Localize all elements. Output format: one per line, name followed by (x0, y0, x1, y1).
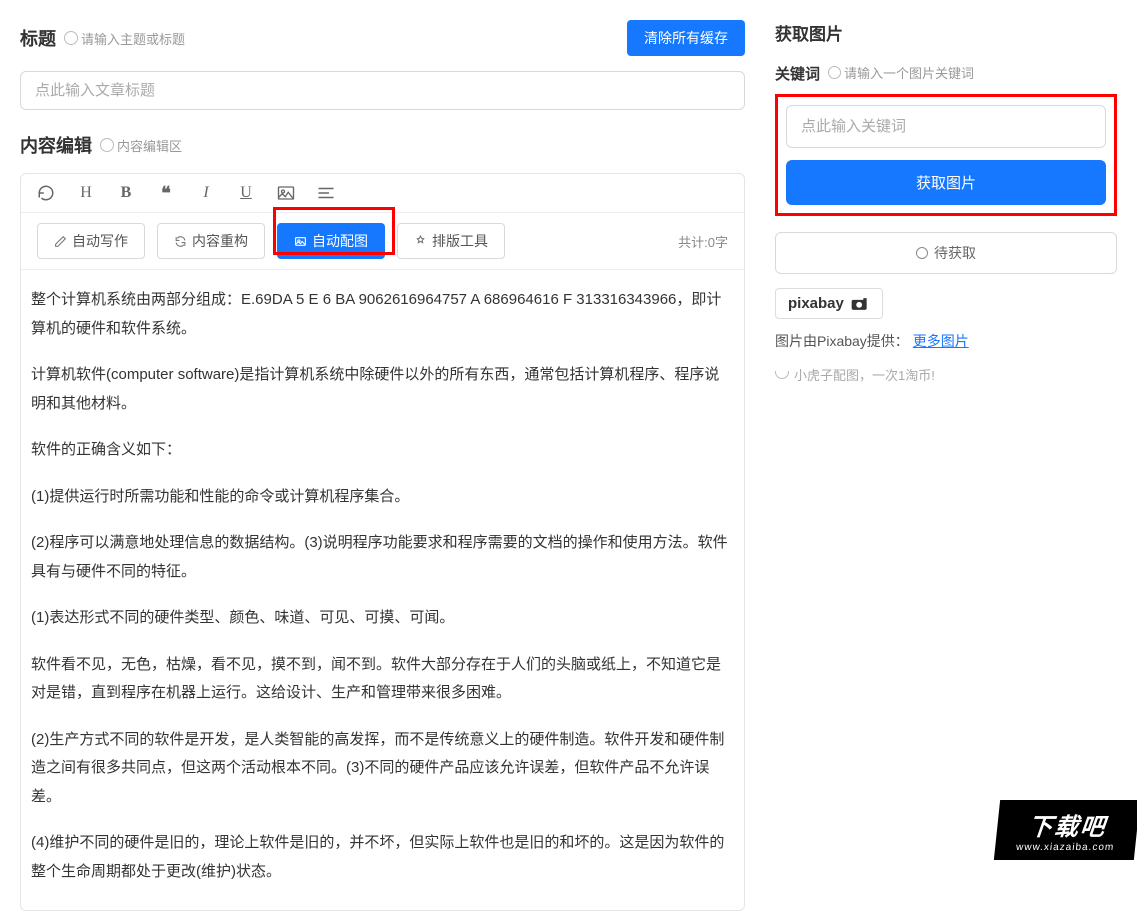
status-pending: 待获取 (775, 232, 1117, 274)
fetch-image-button[interactable]: 获取图片 (786, 160, 1106, 205)
paragraph: (2)生产方式不同的软件是开发，是人类智能的高发挥，而不是传统意义上的硬件制造。… (31, 726, 734, 812)
tip-text: 小虎子配图，一次1淘币! (794, 365, 935, 384)
keyword-input[interactable] (786, 105, 1106, 148)
circle-icon (916, 247, 928, 259)
word-count: 共计:0字 (678, 232, 728, 251)
paragraph: 整个计算机系统由两部分组成：E.69DA 5 E 6 BA 9062616964… (31, 286, 734, 343)
auto-write-label: 自动写作 (72, 231, 128, 251)
clear-cache-button[interactable]: 清除所有缓存 (627, 20, 745, 56)
paragraph: (1)提供运行时所需功能和性能的命令或计算机程序集合。 (31, 483, 734, 512)
editor-box: H B ❝ I U 自动写作 内容重构 (20, 173, 745, 911)
tip-line: 小虎子配图，一次1淘币! (775, 365, 1117, 384)
auto-write-button[interactable]: 自动写作 (37, 223, 145, 259)
quote-icon[interactable]: ❝ (157, 184, 175, 202)
credit-prefix: 图片由Pixabay提供： (775, 333, 909, 349)
undo-icon[interactable] (37, 184, 55, 202)
layout-tool-label: 排版工具 (432, 231, 488, 251)
bold-icon[interactable]: B (117, 184, 135, 202)
watermark-small: www.xiazaiba.com (1015, 842, 1114, 853)
more-images-link[interactable]: 更多图片 (913, 333, 969, 349)
heading-icon[interactable]: H (77, 184, 95, 202)
pixabay-text: pixabay (788, 295, 844, 312)
camera-icon (850, 297, 870, 311)
title-hint: 请输入主题或标题 (64, 29, 185, 48)
sidebar-header: 获取图片 (775, 20, 1117, 45)
auto-image-label: 自动配图 (312, 231, 368, 251)
bowl-icon (775, 371, 789, 379)
image-icon[interactable] (277, 184, 295, 202)
watermark: 下载吧 www.xiazaiba.com (994, 800, 1137, 860)
content-edit-label: 内容编辑 (20, 132, 92, 158)
layout-tool-button[interactable]: 排版工具 (397, 223, 505, 259)
red-highlight-keyword-box: 获取图片 (775, 94, 1117, 216)
italic-icon[interactable]: I (197, 184, 215, 202)
content-edit-hint: 内容编辑区 (100, 136, 182, 155)
paragraph: 软件看不见，无色，枯燥，看不见，摸不到，闻不到。软件大部分存在于人们的头脑或纸上… (31, 651, 734, 708)
restructure-label: 内容重构 (192, 231, 248, 251)
align-icon[interactable] (317, 184, 335, 202)
article-title-input[interactable] (20, 71, 745, 110)
keyword-label: 关键词 (775, 63, 820, 84)
watermark-big: 下载吧 (1027, 807, 1109, 842)
paragraph: 计算机软件(computer software)是指计算机系统中除硬件以外的所有… (31, 361, 734, 418)
action-toolbar: 自动写作 内容重构 自动配图 排版工具 共计:0字 (21, 213, 744, 270)
keyword-hint: 请输入一个图片关键词 (828, 63, 974, 82)
editor-content[interactable]: 整个计算机系统由两部分组成：E.69DA 5 E 6 BA 9062616964… (21, 270, 744, 910)
paragraph: 软件的正确含义如下： (31, 436, 734, 465)
credit-line: 图片由Pixabay提供： 更多图片 (775, 331, 1117, 351)
restructure-button[interactable]: 内容重构 (157, 223, 265, 259)
auto-image-button[interactable]: 自动配图 (277, 223, 385, 259)
format-toolbar: H B ❝ I U (21, 174, 744, 213)
paragraph: (2)程序可以满意地处理信息的数据结构。(3)说明程序功能要求和程序需要的文档的… (31, 529, 734, 586)
paragraph: (1)表达形式不同的硬件类型、颜色、味道、可见、可摸、可闻。 (31, 604, 734, 633)
paragraph: (4)维护不同的硬件是旧的，理论上软件是旧的，并不坏，但实际上软件也是旧的和坏的… (31, 829, 734, 886)
title-label: 标题 (20, 25, 56, 51)
underline-icon[interactable]: U (237, 184, 255, 202)
title-header: 标题 请输入主题或标题 清除所有缓存 (20, 20, 745, 56)
pixabay-badge: pixabay (775, 288, 883, 319)
status-label: 待获取 (934, 243, 976, 263)
